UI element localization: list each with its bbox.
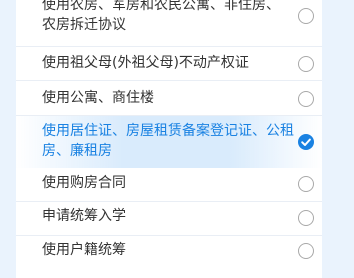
option-label: 申请统筹入学 (42, 208, 126, 224)
option-label: 使用农房、军房和农民公寓、非住房、农房拆迁协议 (42, 0, 280, 33)
option-label: 使用户籍统筹 (42, 242, 126, 258)
radio-empty-icon[interactable] (298, 243, 314, 259)
radio-empty-icon[interactable] (298, 210, 314, 226)
option-apartment[interactable]: 使用公寓、商住楼 (16, 81, 322, 116)
radio-empty-icon[interactable] (298, 8, 314, 24)
option-purchase-contract[interactable]: 使用购房合同 (16, 168, 322, 202)
radio-empty-icon[interactable] (298, 91, 314, 107)
option-label: 使用购房合同 (42, 175, 126, 191)
option-list: 使用农房、军房和农民公寓、非住房、农房拆迁协议 使用祖父母(外祖父母)不动产权证… (16, 0, 322, 278)
option-rural-housing[interactable]: 使用农房、军房和农民公寓、非住房、农房拆迁协议 (16, 0, 322, 47)
option-residence-permit[interactable]: 使用居住证、房屋租赁备案登记证、公租房、廉租房 (16, 116, 322, 168)
option-label: 使用居住证、房屋租赁备案登记证、公租房、廉租房 (42, 123, 294, 159)
radio-empty-icon[interactable] (298, 176, 314, 192)
option-label: 使用公寓、商住楼 (42, 90, 154, 106)
option-coordinated-admission[interactable]: 申请统筹入学 (16, 202, 322, 236)
radio-empty-icon[interactable] (298, 56, 314, 72)
check-circle-icon[interactable] (298, 134, 314, 150)
option-label: 使用祖父母(外祖父母)不动产权证 (42, 55, 249, 71)
option-grandparents-property[interactable]: 使用祖父母(外祖父母)不动产权证 (16, 47, 322, 81)
